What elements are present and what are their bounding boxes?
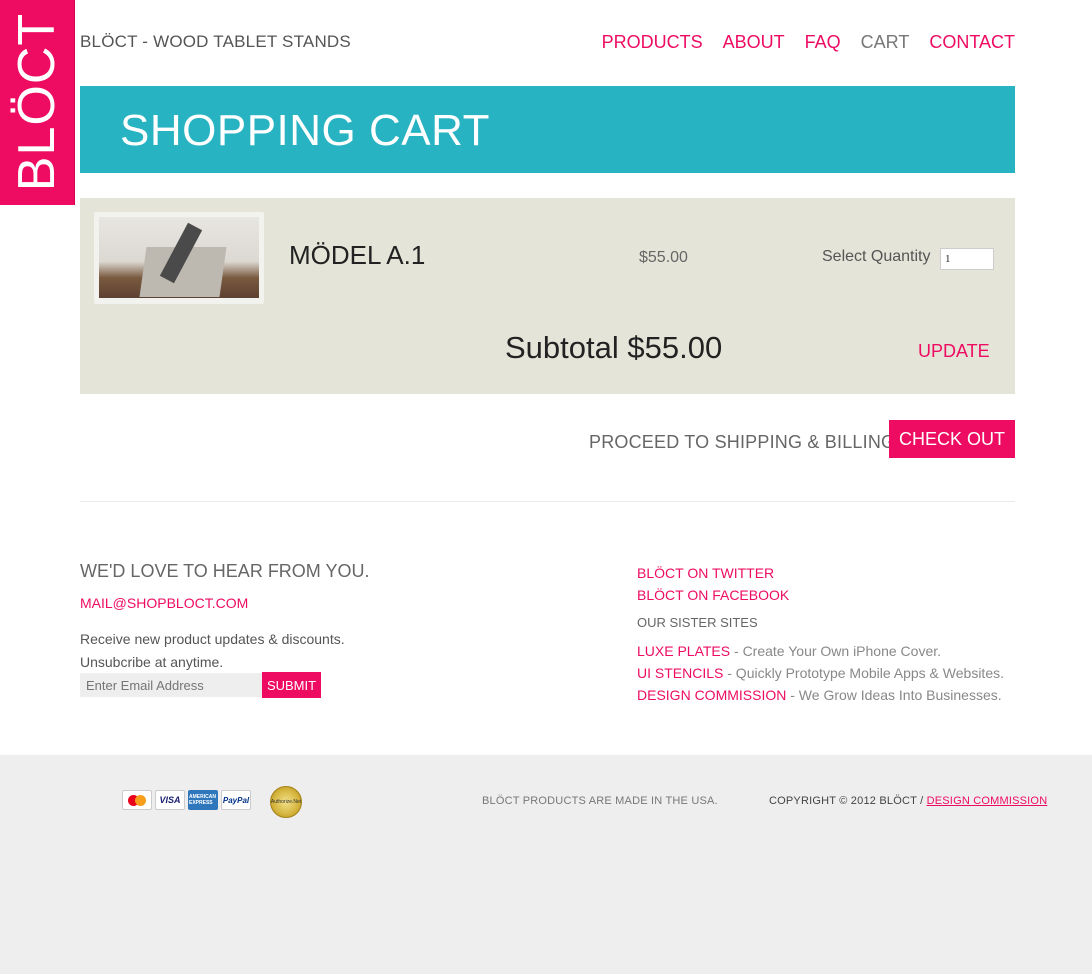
page-title: SHOPPING CART bbox=[120, 106, 490, 155]
design-commission-link[interactable]: DESIGN COMMISSION bbox=[927, 795, 1048, 807]
sister-site-link[interactable]: DESIGN COMMISSION bbox=[637, 687, 786, 703]
product-price: $55.00 bbox=[639, 249, 688, 266]
nav-about[interactable]: ABOUT bbox=[723, 32, 785, 53]
newsletter-line-2: Unsubcribe at anytime. bbox=[80, 654, 224, 670]
newsletter-text: Receive new product updates & discounts.… bbox=[80, 628, 345, 674]
visa-icon: VISA bbox=[155, 790, 185, 810]
copyright-text: COPYRIGHT © 2012 BLÖCT / bbox=[769, 795, 927, 807]
nav-faq[interactable]: FAQ bbox=[805, 32, 841, 53]
payment-methods: VISA AMERICAN EXPRESS PayPal bbox=[122, 790, 251, 810]
copyright: COPYRIGHT © 2012 BLÖCT / DESIGN COMMISSI… bbox=[769, 795, 1047, 807]
sister-site-desc: - Create Your Own iPhone Cover. bbox=[730, 643, 942, 659]
product-photo bbox=[99, 217, 259, 298]
made-in-usa-text: BLÖCT PRODUCTS ARE MADE IN THE USA. bbox=[482, 795, 718, 807]
cart-item-panel: MÖDEL A.1 $55.00 Select Quantity Subtota… bbox=[80, 198, 1015, 394]
product-thumbnail[interactable] bbox=[94, 212, 264, 304]
divider bbox=[80, 501, 1015, 502]
logo-text: BLÖCT bbox=[8, 12, 66, 192]
mastercard-icon bbox=[122, 790, 152, 810]
sister-site-desc: - Quickly Prototype Mobile Apps & Websit… bbox=[723, 665, 1004, 681]
proceed-text: PROCEED TO SHIPPING & BILLING bbox=[589, 432, 896, 452]
sister-site-link[interactable]: UI STENCILS bbox=[637, 665, 723, 681]
logo[interactable]: BLÖCT bbox=[0, 0, 75, 205]
list-item: UI STENCILS - Quickly Prototype Mobile A… bbox=[637, 662, 1004, 684]
quantity-label: Select Quantity bbox=[822, 248, 931, 265]
newsletter-submit-button[interactable]: SUBMIT bbox=[262, 672, 321, 698]
list-item: DESIGN COMMISSION - We Grow Ideas Into B… bbox=[637, 684, 1004, 706]
sister-site-link[interactable]: LUXE PLATES bbox=[637, 643, 730, 659]
footer bbox=[0, 755, 1092, 974]
quantity-input[interactable] bbox=[940, 248, 994, 270]
sister-site-desc: - We Grow Ideas Into Businesses. bbox=[786, 687, 1002, 703]
site-title[interactable]: BLÖCT - WOOD TABLET STANDS bbox=[80, 32, 351, 52]
newsletter-line-1: Receive new product updates & discounts. bbox=[80, 631, 345, 647]
paypal-icon: PayPal bbox=[221, 790, 251, 810]
subtotal: Subtotal $55.00 bbox=[505, 330, 723, 365]
main-nav: PRODUCTS ABOUT FAQ CART CONTACT bbox=[602, 32, 1015, 53]
social-links: BLÖCT ON TWITTER BLÖCT ON FACEBOOK bbox=[637, 562, 789, 606]
checkout-button[interactable]: CHECK OUT bbox=[889, 420, 1015, 458]
newsletter-email-input[interactable] bbox=[80, 673, 264, 697]
authorize-net-seal-icon[interactable]: Authorize.Net bbox=[270, 786, 302, 818]
facebook-link[interactable]: BLÖCT ON FACEBOOK bbox=[637, 584, 789, 606]
twitter-link[interactable]: BLÖCT ON TWITTER bbox=[637, 562, 789, 584]
nav-products[interactable]: PRODUCTS bbox=[602, 32, 703, 53]
contact-heading: WE'D LOVE TO HEAR FROM YOU. bbox=[80, 561, 370, 581]
nav-contact[interactable]: CONTACT bbox=[929, 32, 1015, 53]
product-name[interactable]: MÖDEL A.1 bbox=[289, 240, 425, 271]
sister-sites-list: LUXE PLATES - Create Your Own iPhone Cov… bbox=[637, 640, 1004, 706]
page-banner: SHOPPING CART bbox=[80, 86, 1015, 173]
amex-icon: AMERICAN EXPRESS bbox=[188, 790, 218, 810]
list-item: LUXE PLATES - Create Your Own iPhone Cov… bbox=[637, 640, 1004, 662]
update-button[interactable]: UPDATE bbox=[918, 341, 990, 362]
sister-sites-title: OUR SISTER SITES bbox=[637, 615, 758, 630]
contact-email-link[interactable]: MAIL@SHOPBLOCT.COM bbox=[80, 595, 248, 611]
nav-cart[interactable]: CART bbox=[861, 32, 910, 53]
